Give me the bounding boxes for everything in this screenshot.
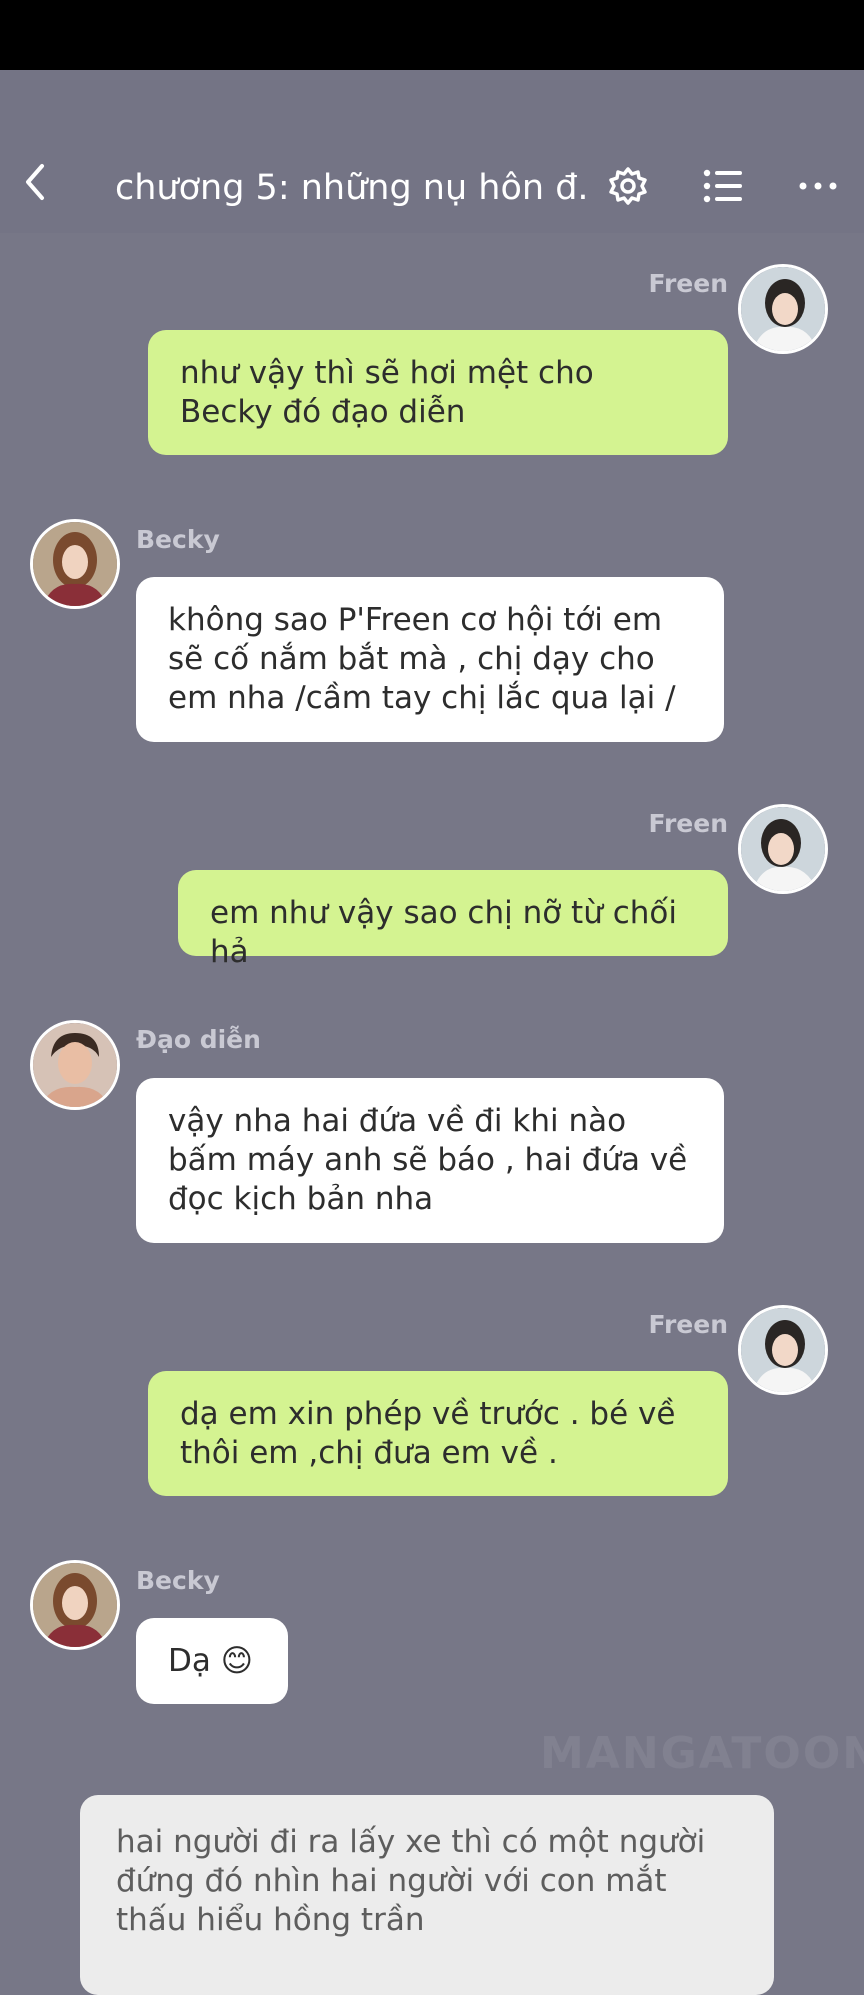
list-icon [703,169,742,203]
settings-button[interactable] [604,162,652,210]
chevron-left-icon [26,164,44,200]
message-text: dạ em xin phép về trước . bé về thôi em … [180,1396,676,1471]
message-text: em như vậy sao chị nỡ từ chối hả [210,895,677,970]
sender-name: Freen [648,269,728,298]
message-bubble-received: không sao P'Freen cơ hội tới em sẽ cố nắ… [136,577,724,742]
more-button[interactable] [794,162,842,210]
avatar-freen[interactable] [738,804,828,894]
message-bubble-sent: như vậy thì sẽ hơi mệt cho Becky đó đạo … [148,330,728,455]
sender-name: Becky [136,525,220,554]
message-text: không sao P'Freen cơ hội tới em sẽ cố nắ… [168,602,676,716]
avatar-becky[interactable] [30,1560,120,1650]
watermark: MANGATOON [540,1728,864,1779]
avatar-freen[interactable] [738,264,828,354]
message-bubble-received: vậy nha hai đứa về đi khi nào bấm máy an… [136,1078,724,1243]
message-bubble-sent: em như vậy sao chị nỡ từ chối hả [178,870,728,970]
sender-name: Freen [648,1310,728,1339]
more-horizontal-icon [799,182,837,190]
message-text: như vậy thì sẽ hơi mệt cho Becky đó đạo … [180,355,594,430]
message-text: Dạ 😊 [168,1643,254,1679]
gear-icon [609,167,647,205]
avatar-becky[interactable] [30,519,120,609]
back-button[interactable] [14,160,58,204]
message-bubble-sent: dạ em xin phép về trước . bé về thôi em … [148,1371,728,1496]
chapter-list-button[interactable] [699,162,747,210]
sender-name: Freen [648,809,728,838]
sender-name: Becky [136,1566,220,1595]
avatar-dao-dien[interactable] [30,1020,120,1110]
sender-name: Đạo diễn [136,1025,261,1054]
page-title: chương 5: những nụ hôn đ... [115,168,585,208]
narration-text: hai người đi ra lấy xe thì có một người … [116,1824,706,1938]
narration-bubble: hai người đi ra lấy xe thì có một người … [80,1795,774,1995]
status-bar [0,0,864,70]
message-bubble-received: Dạ 😊 [136,1618,288,1704]
message-text: vậy nha hai đứa về đi khi nào bấm máy an… [168,1103,688,1217]
avatar-freen[interactable] [738,1305,828,1395]
